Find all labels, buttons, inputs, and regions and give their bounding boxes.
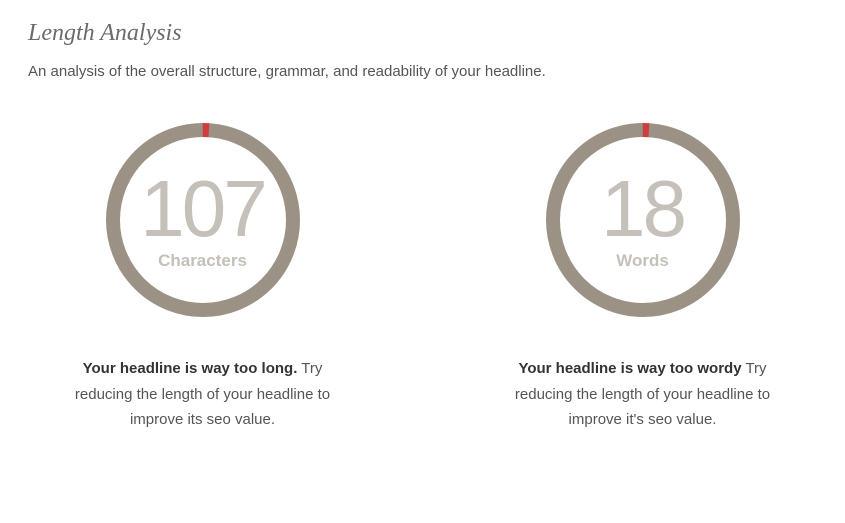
- characters-gauge: 107 Characters: [103, 120, 303, 320]
- characters-message-bold: Your headline is way too long.: [83, 360, 298, 377]
- characters-message: Your headline is way too long. Try reduc…: [58, 356, 348, 433]
- gauge-center: 18 Words: [543, 120, 743, 320]
- words-message: Your headline is way too wordy Try reduc…: [498, 356, 788, 433]
- characters-value: 107: [140, 169, 264, 249]
- section-subtitle: An analysis of the overall structure, gr…: [28, 63, 817, 80]
- gauge-center: 107 Characters: [103, 120, 303, 320]
- section-title: Length Analysis: [28, 20, 817, 47]
- words-gauge-block: 18 Words Your headline is way too wordy …: [493, 120, 793, 433]
- gauges-container: 107 Characters Your headline is way too …: [28, 120, 817, 433]
- words-gauge: 18 Words: [543, 120, 743, 320]
- characters-gauge-block: 107 Characters Your headline is way too …: [53, 120, 353, 433]
- characters-unit: Characters: [158, 251, 247, 271]
- words-value: 18: [601, 169, 684, 249]
- words-unit: Words: [616, 251, 669, 271]
- words-message-bold: Your headline is way too wordy: [518, 360, 741, 377]
